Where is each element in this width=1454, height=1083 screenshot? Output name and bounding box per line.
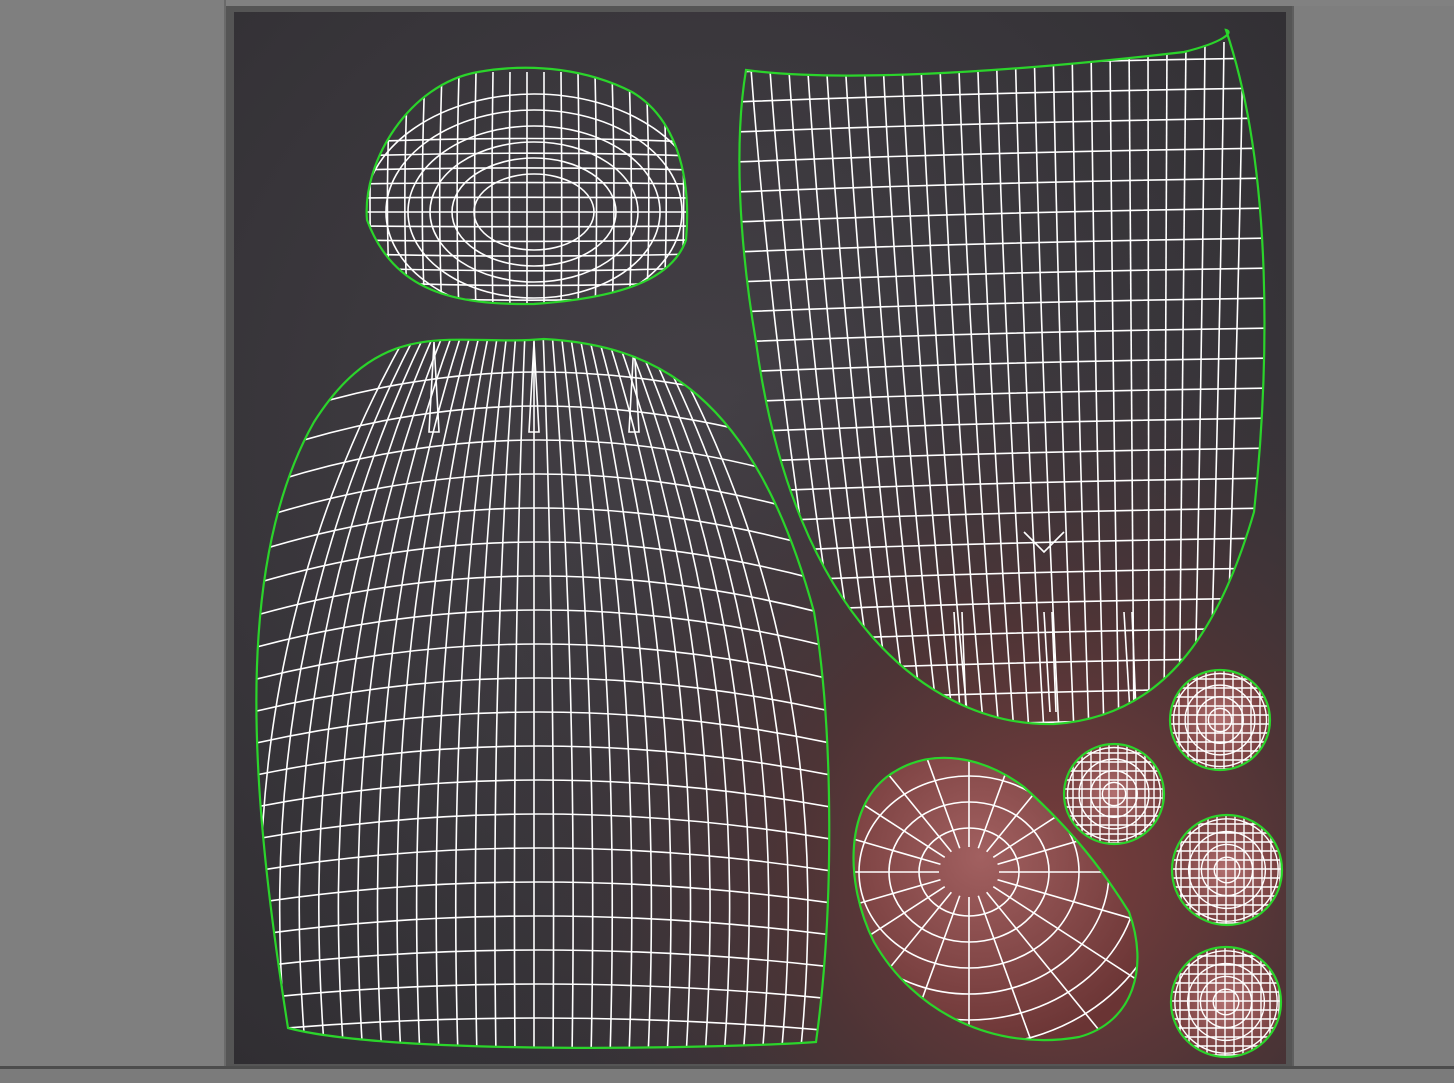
uv-texture-space [234, 12, 1286, 1064]
left-tool-panel [0, 0, 226, 1080]
uv-island-disc-2[interactable] [1062, 742, 1166, 846]
uv-canvas [234, 12, 1286, 1064]
uv-island-disc-1[interactable] [1168, 668, 1272, 772]
right-tool-panel [1292, 6, 1454, 1066]
uv-island-disc-4[interactable] [1169, 945, 1283, 1059]
bottom-scrollbar[interactable] [0, 1066, 1454, 1083]
uv-island-disc-3[interactable] [1170, 813, 1284, 927]
uv-editor-viewport[interactable] [226, 6, 1292, 1066]
